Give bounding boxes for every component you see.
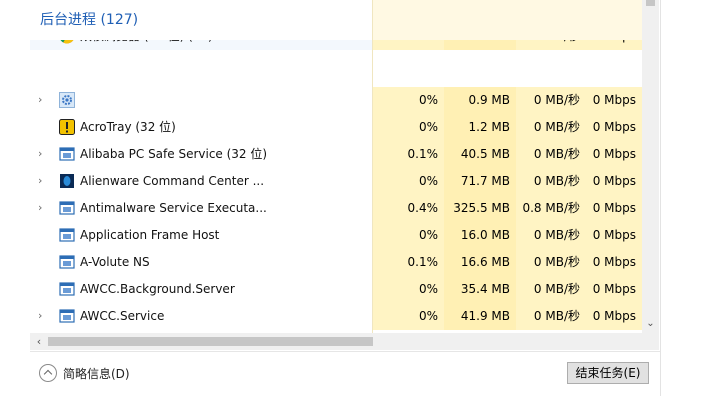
process-name-cell[interactable]: › Alienware Command Center ... xyxy=(30,168,372,195)
process-list: ›任务管理器0.1%29.8 MB0 MB/秒0 Mbps›双核浏览器 (32 … xyxy=(30,0,642,333)
group-mem-cell xyxy=(444,0,516,40)
network-cell: 0 Mbps xyxy=(586,87,642,114)
process-name: Alibaba PC Safe Service (32 位) xyxy=(80,147,268,161)
disk-cell: 0 MB/秒 xyxy=(516,303,586,330)
memory-cell: 0.9 MB xyxy=(444,87,516,114)
vertical-scrollbar[interactable]: ⌄ xyxy=(642,0,659,333)
horizontal-scrollbar[interactable]: ‹ xyxy=(30,333,642,350)
cpu-cell: 0.4% xyxy=(372,195,444,222)
process-panel: ›任务管理器0.1%29.8 MB0 MB/秒0 Mbps›双核浏览器 (32 … xyxy=(30,0,661,396)
process-row[interactable]: › 0% 0.9 MB 0 MB/秒 0 Mbps xyxy=(30,87,642,114)
cpu-cell: 0% xyxy=(372,222,444,249)
process-row[interactable]: Application Frame Host 0% 16.0 MB 0 MB/秒 0 M… xyxy=(30,222,642,249)
gear-icon xyxy=(59,92,75,108)
acrotray-icon xyxy=(59,119,75,135)
chevron-right-icon[interactable]: › xyxy=(38,147,48,161)
memory-cell: 16.0 MB xyxy=(444,222,516,249)
disk-cell: 0 MB/秒 xyxy=(516,249,586,276)
process-row[interactable]: › Antimalware Service Executa... 0.4% 325.5… xyxy=(30,195,642,222)
process-row[interactable]: AWCC.Background.Server 0% 35.4 MB 0 MB/秒 0 M… xyxy=(30,276,642,303)
chevron-up-circle-icon[interactable] xyxy=(39,364,57,382)
process-name-cell[interactable]: › Alibaba PC Safe Service (32 位) xyxy=(30,141,372,168)
disk-cell: 0 MB/秒 xyxy=(516,141,586,168)
cpu-cell: 0% xyxy=(372,114,444,141)
process-row[interactable]: › AWCC.Service 0% 41.9 MB 0 MB/秒 0 Mbps xyxy=(30,303,642,330)
disk-cell: 0 MB/秒 xyxy=(516,87,586,114)
memory-cell: 16.6 MB xyxy=(444,249,516,276)
process-name: AWCC.Background.Server xyxy=(80,282,235,296)
memory-cell: 325.5 MB xyxy=(444,195,516,222)
disk-cell: 0 MB/秒 xyxy=(516,114,586,141)
memory-cell: 35.4 MB xyxy=(444,276,516,303)
network-cell: 0 Mbps xyxy=(586,249,642,276)
process-name-cell[interactable]: AcroTray (32 位) xyxy=(30,114,372,141)
chevron-right-icon[interactable]: › xyxy=(38,201,48,215)
process-name-cell[interactable]: AWCC.Background.Server xyxy=(30,276,372,303)
network-cell: 0 Mbps xyxy=(586,114,642,141)
network-cell: 0 Mbps xyxy=(586,222,642,249)
process-name: Application Frame Host xyxy=(80,228,220,242)
app-window-icon xyxy=(59,146,75,162)
fewer-details-link[interactable]: 简略信息(D) xyxy=(63,352,130,396)
end-task-button[interactable]: 结束任务(E) xyxy=(567,362,649,384)
app-window-icon xyxy=(59,254,75,270)
process-row[interactable]: A-Volute NS 0.1% 16.6 MB 0 MB/秒 0 Mbps xyxy=(30,249,642,276)
cpu-cell: 0.1% xyxy=(372,249,444,276)
cpu-cell: 0% xyxy=(372,168,444,195)
app-window-icon xyxy=(59,200,75,216)
cpu-cell: 0.1% xyxy=(372,141,444,168)
process-name: Alienware Command Center ... xyxy=(80,174,265,188)
footer-bar: 简略信息(D) 结束任务(E) xyxy=(30,351,660,396)
chevron-right-icon[interactable]: › xyxy=(38,174,48,188)
process-name: A-Volute NS xyxy=(80,255,150,269)
disk-cell: 0 MB/秒 xyxy=(516,222,586,249)
process-name: Antimalware Service Executa... xyxy=(80,201,267,215)
memory-cell: 1.2 MB xyxy=(444,114,516,141)
alienware-icon xyxy=(59,173,75,189)
group-title: 后台进程 (127) xyxy=(40,12,139,28)
cpu-cell: 0% xyxy=(372,87,444,114)
cpu-cell: 0% xyxy=(372,303,444,330)
group-header-background: 后台进程 (127) xyxy=(30,0,642,40)
horizontal-scroll-thumb[interactable] xyxy=(48,337,373,346)
memory-cell: 40.5 MB xyxy=(444,141,516,168)
group-net-cell xyxy=(586,0,642,40)
network-cell: 0 Mbps xyxy=(586,141,642,168)
chevron-right-icon[interactable]: › xyxy=(38,309,48,323)
app-window-icon xyxy=(59,308,75,324)
group-cpu-cell xyxy=(372,0,444,40)
memory-cell: 71.7 MB xyxy=(444,168,516,195)
process-name-cell[interactable]: › xyxy=(30,87,372,114)
process-name-cell[interactable]: › AWCC.Service xyxy=(30,303,372,330)
disk-cell: 0 MB/秒 xyxy=(516,168,586,195)
task-manager-window: ›任务管理器0.1%29.8 MB0 MB/秒0 Mbps›双核浏览器 (32 … xyxy=(0,0,702,407)
network-cell: 0 Mbps xyxy=(586,276,642,303)
memory-cell: 41.9 MB xyxy=(444,303,516,330)
network-cell: 0 Mbps xyxy=(586,168,642,195)
column-divider xyxy=(372,0,373,333)
scrollbar-corner xyxy=(642,333,659,350)
group-disk-cell xyxy=(516,0,586,40)
network-cell: 0 Mbps xyxy=(586,303,642,330)
process-name: AWCC.Service xyxy=(80,309,165,323)
disk-cell: 0.8 MB/秒 xyxy=(516,195,586,222)
process-name-cell[interactable]: › Antimalware Service Executa... xyxy=(30,195,372,222)
cpu-cell: 0% xyxy=(372,276,444,303)
disk-cell: 0 MB/秒 xyxy=(516,276,586,303)
process-row[interactable]: AcroTray (32 位) 0% 1.2 MB 0 MB/秒 0 Mbps xyxy=(30,114,642,141)
chevron-right-icon[interactable]: › xyxy=(38,93,48,107)
process-name-cell[interactable]: Application Frame Host xyxy=(30,222,372,249)
process-name: AcroTray (32 位) xyxy=(80,120,176,134)
scroll-left-arrow-icon[interactable]: ‹ xyxy=(32,333,46,350)
process-row[interactable]: › Alibaba PC Safe Service (32 位) 0.1% 40.5 … xyxy=(30,141,642,168)
scroll-down-arrow-icon[interactable]: ⌄ xyxy=(642,315,659,333)
group-header-cell: 后台进程 (127) xyxy=(30,0,372,40)
vertical-scroll-thumb[interactable] xyxy=(646,0,655,6)
process-name-cell[interactable]: A-Volute NS xyxy=(30,249,372,276)
app-window-icon xyxy=(59,227,75,243)
network-cell: 0 Mbps xyxy=(586,195,642,222)
process-row[interactable]: › Alienware Command Center ... 0% 71.7 MB 0 … xyxy=(30,168,642,195)
app-window-icon xyxy=(59,281,75,297)
